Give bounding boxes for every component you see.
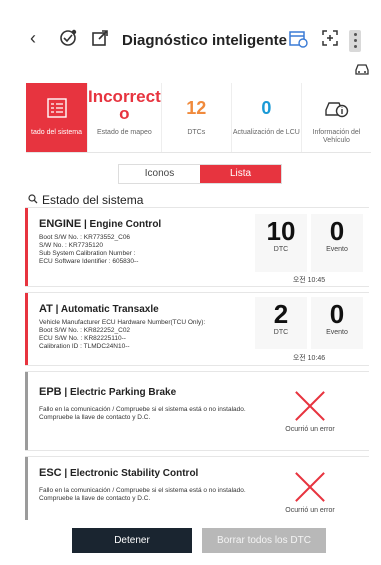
summary-label: Información del Vehículo (312, 129, 361, 144)
search-icon (28, 194, 38, 204)
system-name: ESC | Electronic Stability Control (39, 467, 199, 479)
calendar-icon[interactable] (288, 28, 308, 48)
system-message: Fallo en la comunicación / Compruebe si … (39, 406, 246, 421)
summary-vehicle-info[interactable]: Información del Vehículo (302, 83, 371, 152)
summary-value: 0 (261, 98, 272, 118)
system-card-engine[interactable]: ENGINE | Engine Control Boot S/W No. : K… (25, 207, 369, 287)
summary-label: Actualización de LCU (232, 129, 300, 136)
system-message: Fallo en la comunicación / Compruebe si … (39, 487, 246, 502)
system-name: EPB | Electric Parking Brake (39, 386, 177, 398)
app-header: ‹ Diagnóstico inteligente (0, 0, 381, 78)
event-count[interactable]: 0 Evento (311, 297, 363, 349)
clear-all-dtc-button[interactable]: Borrar todos los DTC (202, 528, 326, 553)
dtc-count[interactable]: 10 DTC (255, 214, 307, 272)
error-x-icon (293, 388, 327, 422)
system-card-at[interactable]: AT | Automatic Transaxle Vehicle Manufac… (25, 292, 369, 366)
stop-button[interactable]: Detener (72, 528, 192, 553)
summary-dtcs[interactable]: 12 DTCs (162, 83, 232, 152)
vehicle-info-icon (325, 102, 349, 118)
timestamp: 오전 10:46 (292, 355, 326, 362)
page-title: Diagnóstico inteligente (122, 32, 288, 49)
summary-value: 12 (186, 98, 207, 118)
expand-icon[interactable] (320, 28, 340, 48)
export-icon[interactable] (90, 28, 110, 48)
tab-lista[interactable]: Lista (200, 165, 281, 183)
view-toggle: Iconos Lista (118, 164, 282, 184)
summary-label: Estado de mapeo (96, 129, 152, 136)
back-button[interactable]: ‹ (30, 28, 36, 49)
summary-value: Incorrect o (88, 87, 161, 123)
system-info: Vehicle Manufacturer ECU Hardware Number… (39, 319, 206, 350)
summary-label: tado del sistema (31, 129, 82, 136)
system-list-icon (46, 98, 67, 118)
system-card-epb[interactable]: EPB | Electric Parking Brake Fallo en la… (25, 371, 369, 451)
more-icon[interactable] (349, 30, 361, 52)
summary-system-status[interactable]: tado del sistema (26, 83, 88, 152)
dtc-count[interactable]: 2 DTC (255, 297, 307, 349)
footer-bar: Detener Borrar todos los DTC (0, 520, 381, 565)
system-card-esc[interactable]: ESC | Electronic Stability Control Fallo… (25, 456, 369, 524)
section-title: Estado del sistema (28, 193, 143, 207)
system-info: Boot S/W No. : KR773552_C06 S/W No. : KR… (39, 234, 139, 265)
system-name: AT | Automatic Transaxle (39, 303, 159, 315)
system-name: ENGINE | Engine Control (39, 218, 162, 230)
vci-badge-icon[interactable] (58, 28, 78, 48)
error-x-icon (293, 469, 327, 503)
section-title-text: Estado del sistema (42, 193, 144, 207)
summary-bar: tado del sistema Incorrect o Estado de m… (26, 83, 371, 153)
summary-mapping-status[interactable]: Incorrect o Estado de mapeo (88, 83, 162, 152)
timestamp: 오전 10:45 (292, 277, 326, 284)
summary-label: DTCs (187, 129, 206, 136)
tab-iconos[interactable]: Iconos (119, 165, 200, 183)
error-indicator: Ocurrió un error (265, 469, 355, 514)
event-count[interactable]: 0 Evento (311, 214, 363, 272)
count-boxes: 2 DTC 0 Evento (255, 297, 363, 349)
error-indicator: Ocurrió un error (265, 388, 355, 433)
count-boxes: 10 DTC 0 Evento (255, 214, 363, 272)
car-icon[interactable] (354, 62, 370, 76)
summary-lcu-update[interactable]: 0 Actualización de LCU (232, 83, 302, 152)
